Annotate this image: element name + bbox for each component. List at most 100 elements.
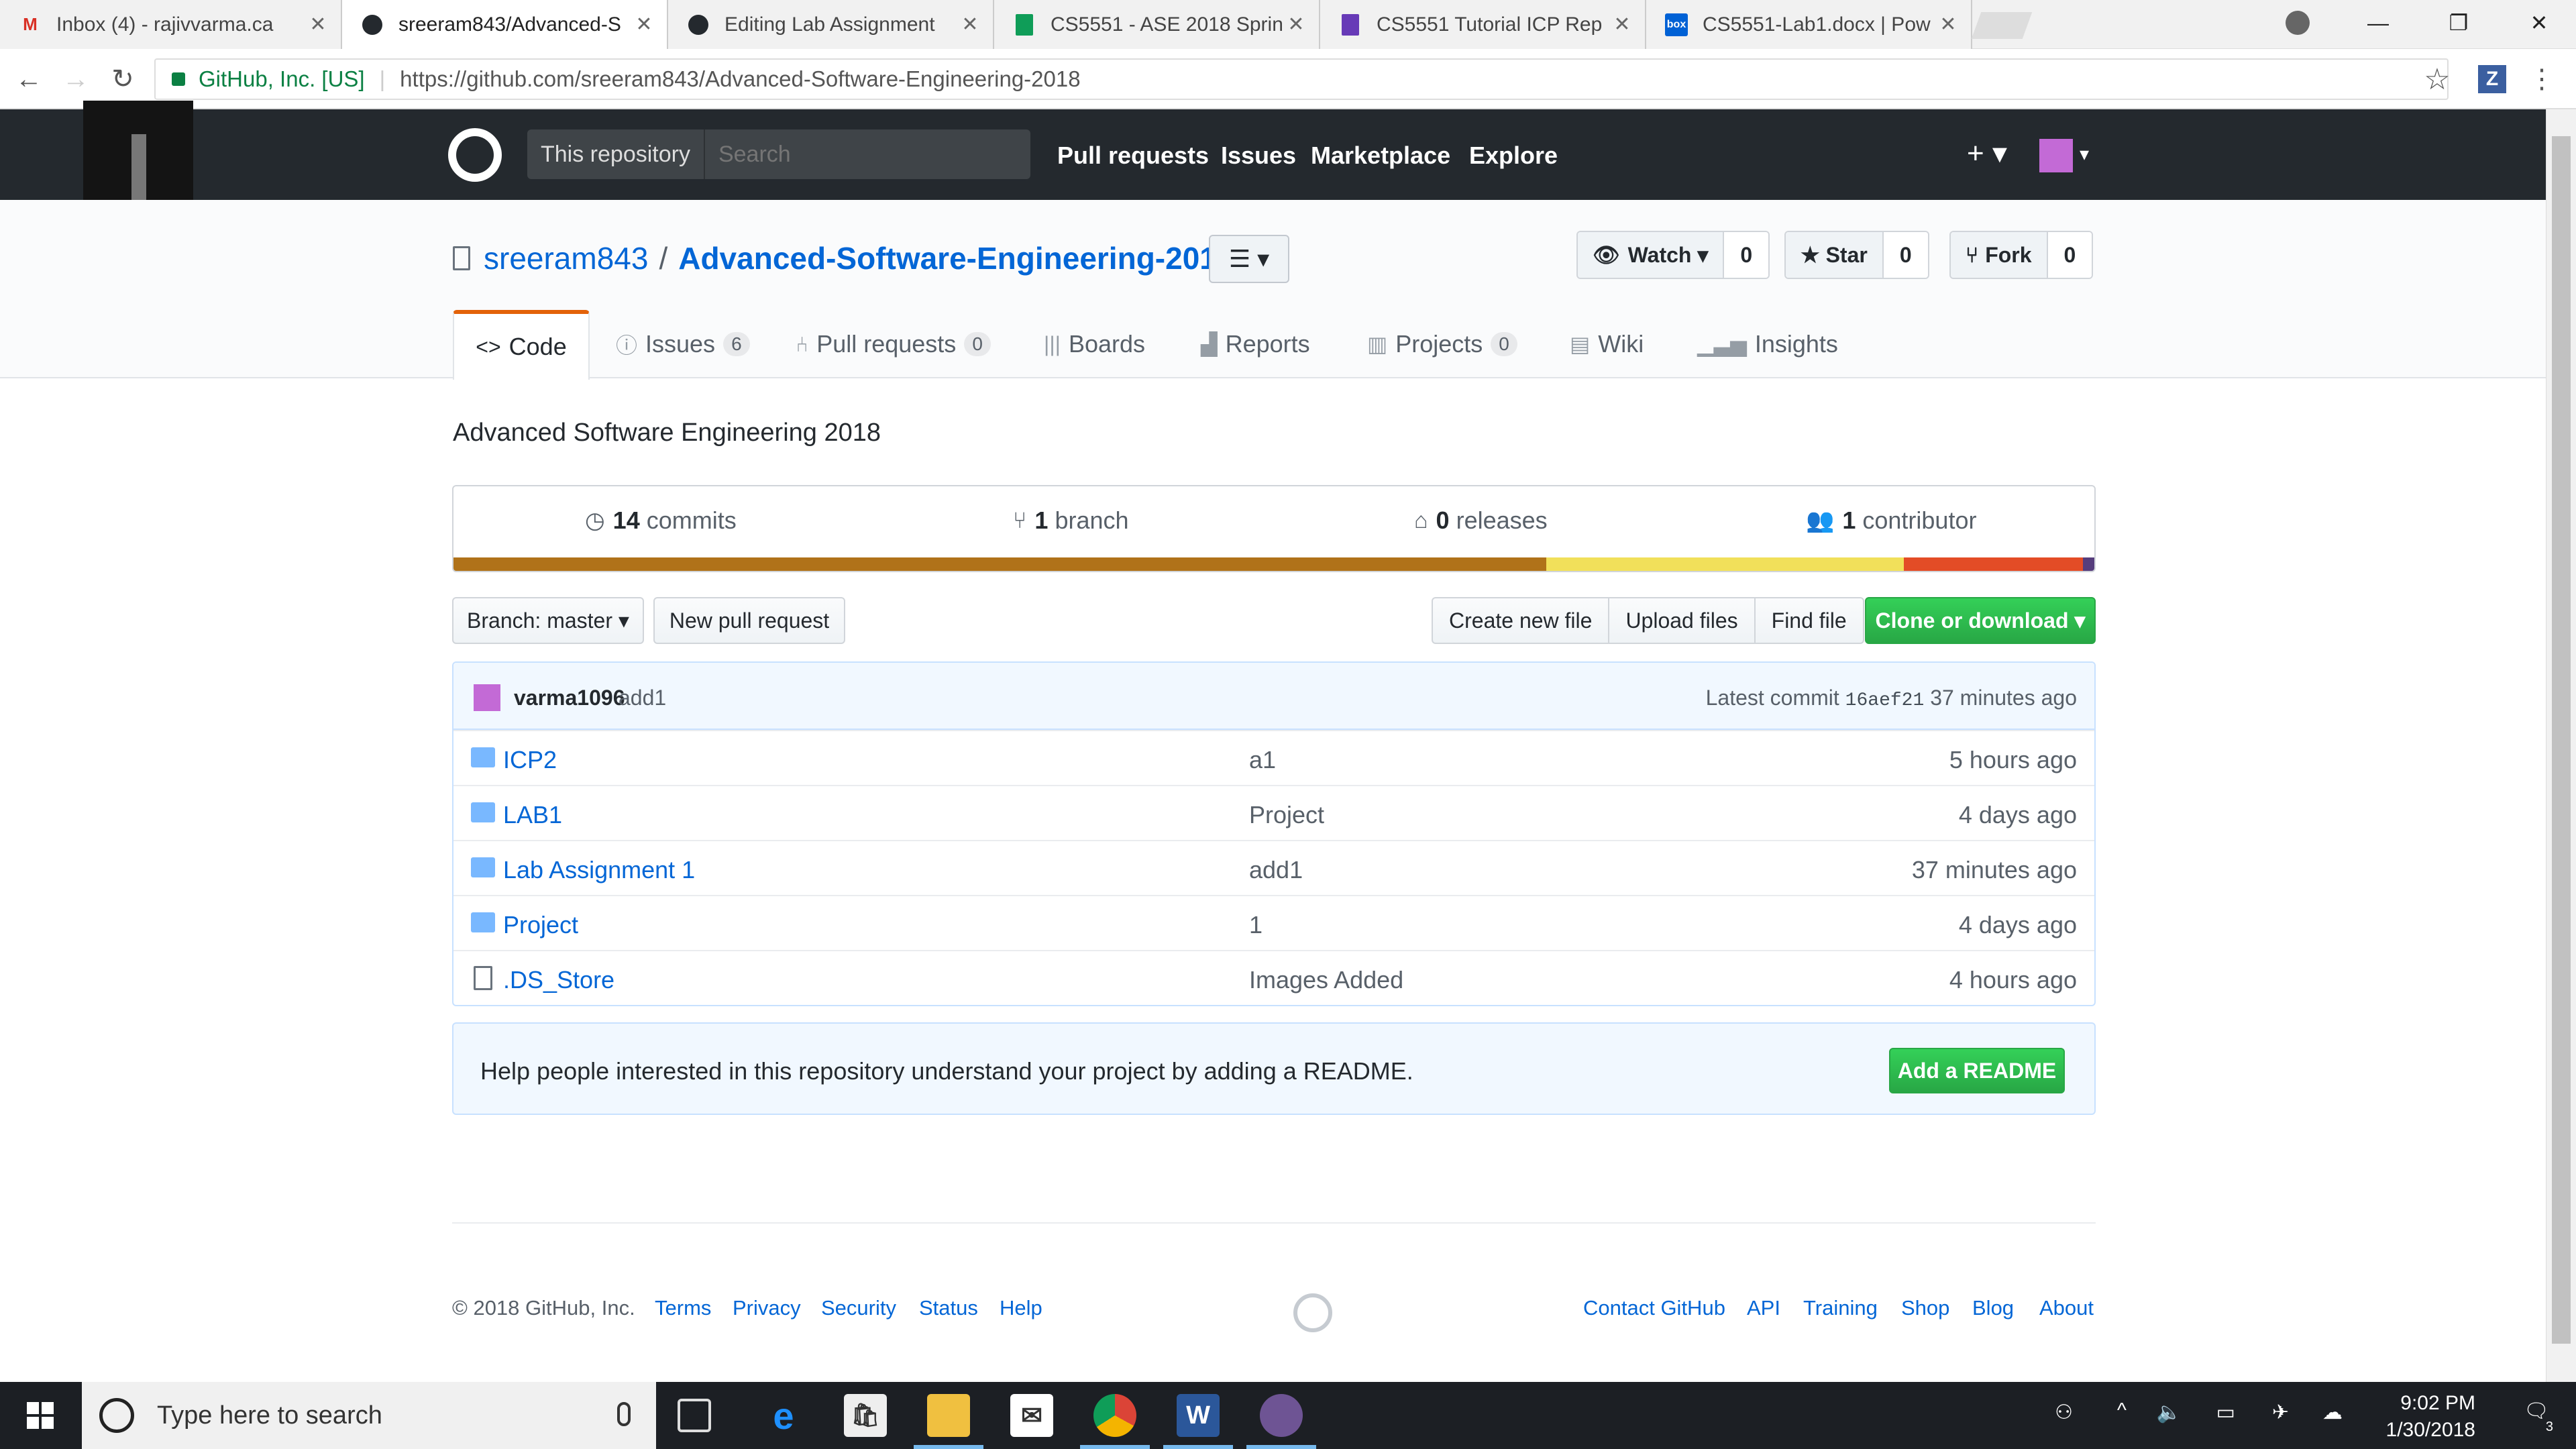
extension-zotero-icon[interactable]: Z bbox=[2474, 61, 2510, 97]
start-button[interactable] bbox=[0, 1382, 80, 1449]
repo-owner-link[interactable]: sreeram843 bbox=[484, 240, 648, 276]
back-icon[interactable]: ← bbox=[11, 61, 47, 97]
fork-count[interactable]: 0 bbox=[2047, 232, 2092, 278]
github-mark-icon[interactable] bbox=[1293, 1293, 1332, 1332]
browser-tab-editing[interactable]: Editing Lab Assignment ✕ bbox=[668, 0, 994, 49]
new-tab-button[interactable] bbox=[1971, 12, 2033, 39]
microphone-icon[interactable] bbox=[617, 1402, 631, 1426]
browser-tab-forms[interactable]: CS5551 Tutorial ICP Rep ✕ bbox=[1320, 0, 1646, 49]
browser-tab-repo[interactable]: sreeram843/Advanced-S ✕ bbox=[342, 0, 668, 49]
close-tab-icon[interactable]: ✕ bbox=[957, 13, 983, 36]
file-name-link[interactable]: ICP2 bbox=[503, 746, 557, 774]
store-icon[interactable]: 🛍 bbox=[844, 1394, 887, 1437]
airplane-mode-icon[interactable]: ✈ bbox=[2272, 1401, 2289, 1424]
tab-reports[interactable]: ▟ Reports bbox=[1201, 310, 1310, 378]
repo-name-link[interactable]: Advanced-Software-Engineering-2018 bbox=[678, 240, 1234, 276]
chevron-up-icon[interactable]: ^ bbox=[2117, 1399, 2127, 1422]
file-explorer-icon[interactable] bbox=[914, 1394, 983, 1449]
footer-link-blog[interactable]: Blog bbox=[1972, 1296, 2014, 1320]
chrome-icon[interactable] bbox=[1080, 1394, 1150, 1449]
commits-link[interactable]: ◷ 14 commits bbox=[585, 506, 737, 535]
taskbar-search[interactable]: Type here to search bbox=[82, 1382, 656, 1449]
language-bar-segment[interactable] bbox=[2082, 557, 2094, 571]
tab-code[interactable]: <> Code bbox=[453, 310, 590, 380]
tab-issues[interactable]: ⓘ Issues 6 bbox=[616, 310, 750, 378]
tab-wiki[interactable]: ▤ Wiki bbox=[1570, 310, 1644, 378]
tab-projects[interactable]: ▥ Projects 0 bbox=[1367, 310, 1517, 378]
language-bar-segment[interactable] bbox=[1904, 557, 2083, 571]
browser-tab-sheets[interactable]: CS5551 - ASE 2018 Sprin ✕ bbox=[994, 0, 1320, 49]
nav-explore[interactable]: Explore bbox=[1469, 142, 1558, 170]
file-commit-message[interactable]: Project bbox=[1249, 801, 1324, 829]
close-tab-icon[interactable]: ✕ bbox=[631, 13, 657, 36]
bookmark-star-icon[interactable]: ☆ bbox=[2419, 61, 2455, 97]
footer-link-shop[interactable]: Shop bbox=[1901, 1296, 1949, 1320]
nav-issues[interactable]: Issues bbox=[1221, 142, 1296, 170]
search-input[interactable] bbox=[704, 141, 1027, 168]
avatar[interactable] bbox=[474, 684, 500, 711]
releases-link[interactable]: ⌂ 0 releases bbox=[1414, 506, 1548, 535]
site-identity[interactable]: GitHub, Inc. [US] bbox=[156, 66, 365, 92]
file-commit-message[interactable]: a1 bbox=[1249, 746, 1276, 774]
close-tab-icon[interactable]: ✕ bbox=[305, 13, 331, 36]
close-tab-icon[interactable]: ✕ bbox=[1609, 13, 1635, 36]
address-bar[interactable]: GitHub, Inc. [US] | https://github.com/s… bbox=[154, 58, 2449, 100]
url-text[interactable]: https://github.com/sreeram843/Advanced-S… bbox=[400, 66, 1080, 92]
edge-icon[interactable]: e bbox=[762, 1394, 805, 1437]
battery-icon[interactable]: ▭ bbox=[2216, 1401, 2235, 1424]
contributors-link[interactable]: 👥 1 contributor bbox=[1806, 506, 1976, 535]
star-button[interactable]: ★ Star bbox=[1786, 232, 1884, 278]
list-menu-button[interactable]: ☰ ▾ bbox=[1209, 235, 1289, 283]
onedrive-icon[interactable]: ☁ bbox=[2322, 1401, 2343, 1424]
nav-marketplace[interactable]: Marketplace bbox=[1311, 142, 1450, 170]
commit-author[interactable]: varma1096 bbox=[514, 686, 625, 710]
footer-link-about[interactable]: About bbox=[2039, 1296, 2094, 1320]
volume-icon[interactable]: 🔈 bbox=[2157, 1401, 2182, 1424]
fork-button[interactable]: ⑂ Fork bbox=[1951, 232, 2048, 278]
taskbar-clock[interactable]: 9:02 PM 1/30/2018 bbox=[2386, 1390, 2475, 1444]
tab-pull-requests[interactable]: ⑃ Pull requests 0 bbox=[796, 310, 991, 378]
profile-icon[interactable] bbox=[2261, 0, 2334, 46]
commit-message[interactable]: add1 bbox=[619, 686, 666, 710]
restore-icon[interactable]: ❐ bbox=[2422, 0, 2496, 46]
create-new-file-button[interactable]: Create new file bbox=[1433, 598, 1610, 643]
new-pull-request-button[interactable]: New pull request bbox=[653, 597, 845, 644]
branch-link[interactable]: ⑂ 1 branch bbox=[1013, 506, 1129, 535]
nav-pull-requests[interactable]: Pull requests bbox=[1057, 142, 1209, 170]
footer-link-terms[interactable]: Terms bbox=[655, 1296, 711, 1320]
footer-link-security[interactable]: Security bbox=[821, 1296, 896, 1320]
watch-count[interactable]: 0 bbox=[1724, 232, 1769, 278]
footer-link-training[interactable]: Training bbox=[1803, 1296, 1878, 1320]
language-bar-segment[interactable] bbox=[453, 557, 1547, 571]
minimize-icon[interactable]: — bbox=[2341, 0, 2415, 46]
file-name-link[interactable]: LAB1 bbox=[503, 801, 562, 829]
find-file-button[interactable]: Find file bbox=[1756, 598, 1863, 643]
watch-button[interactable]: 👁 Watch ▾ bbox=[1578, 232, 1725, 278]
mail-icon[interactable]: ✉ bbox=[1010, 1394, 1053, 1437]
avatar-caret-icon[interactable]: ▾ bbox=[2080, 143, 2089, 165]
clone-or-download-button[interactable]: Clone or download ▾ bbox=[1865, 597, 2096, 644]
tab-insights[interactable]: ▁▃▅ Insights bbox=[1697, 310, 1838, 378]
github-logo-icon[interactable] bbox=[448, 128, 502, 182]
branch-select-button[interactable]: Branch: master ▾ bbox=[452, 597, 644, 644]
file-commit-message[interactable]: add1 bbox=[1249, 856, 1303, 884]
upload-files-button[interactable]: Upload files bbox=[1609, 598, 1756, 643]
tab-boards[interactable]: ||| Boards bbox=[1044, 310, 1145, 378]
footer-link-help[interactable]: Help bbox=[1000, 1296, 1042, 1320]
browser-tab-box[interactable]: box CS5551-Lab1.docx | Pow ✕ bbox=[1646, 0, 1972, 49]
reload-icon[interactable]: ↻ bbox=[105, 61, 141, 97]
file-name-link[interactable]: .DS_Store bbox=[503, 966, 614, 994]
browser-tab-gmail[interactable]: M Inbox (4) - rajivvarma.ca ✕ bbox=[0, 0, 342, 49]
file-commit-message[interactable]: Images Added bbox=[1249, 966, 1403, 994]
footer-link-contact[interactable]: Contact GitHub bbox=[1583, 1296, 1725, 1320]
close-tab-icon[interactable]: ✕ bbox=[1283, 13, 1309, 36]
repo-search[interactable]: This repository bbox=[527, 129, 1030, 179]
footer-link-api[interactable]: API bbox=[1747, 1296, 1780, 1320]
file-name-link[interactable]: Lab Assignment 1 bbox=[503, 856, 695, 884]
people-icon[interactable]: ⚇ bbox=[2055, 1401, 2073, 1424]
commit-sha[interactable]: 16aef21 bbox=[1845, 690, 1925, 711]
file-commit-message[interactable]: 1 bbox=[1249, 911, 1263, 939]
footer-link-privacy[interactable]: Privacy bbox=[733, 1296, 801, 1320]
footer-link-status[interactable]: Status bbox=[919, 1296, 978, 1320]
file-name-link[interactable]: Project bbox=[503, 911, 578, 939]
